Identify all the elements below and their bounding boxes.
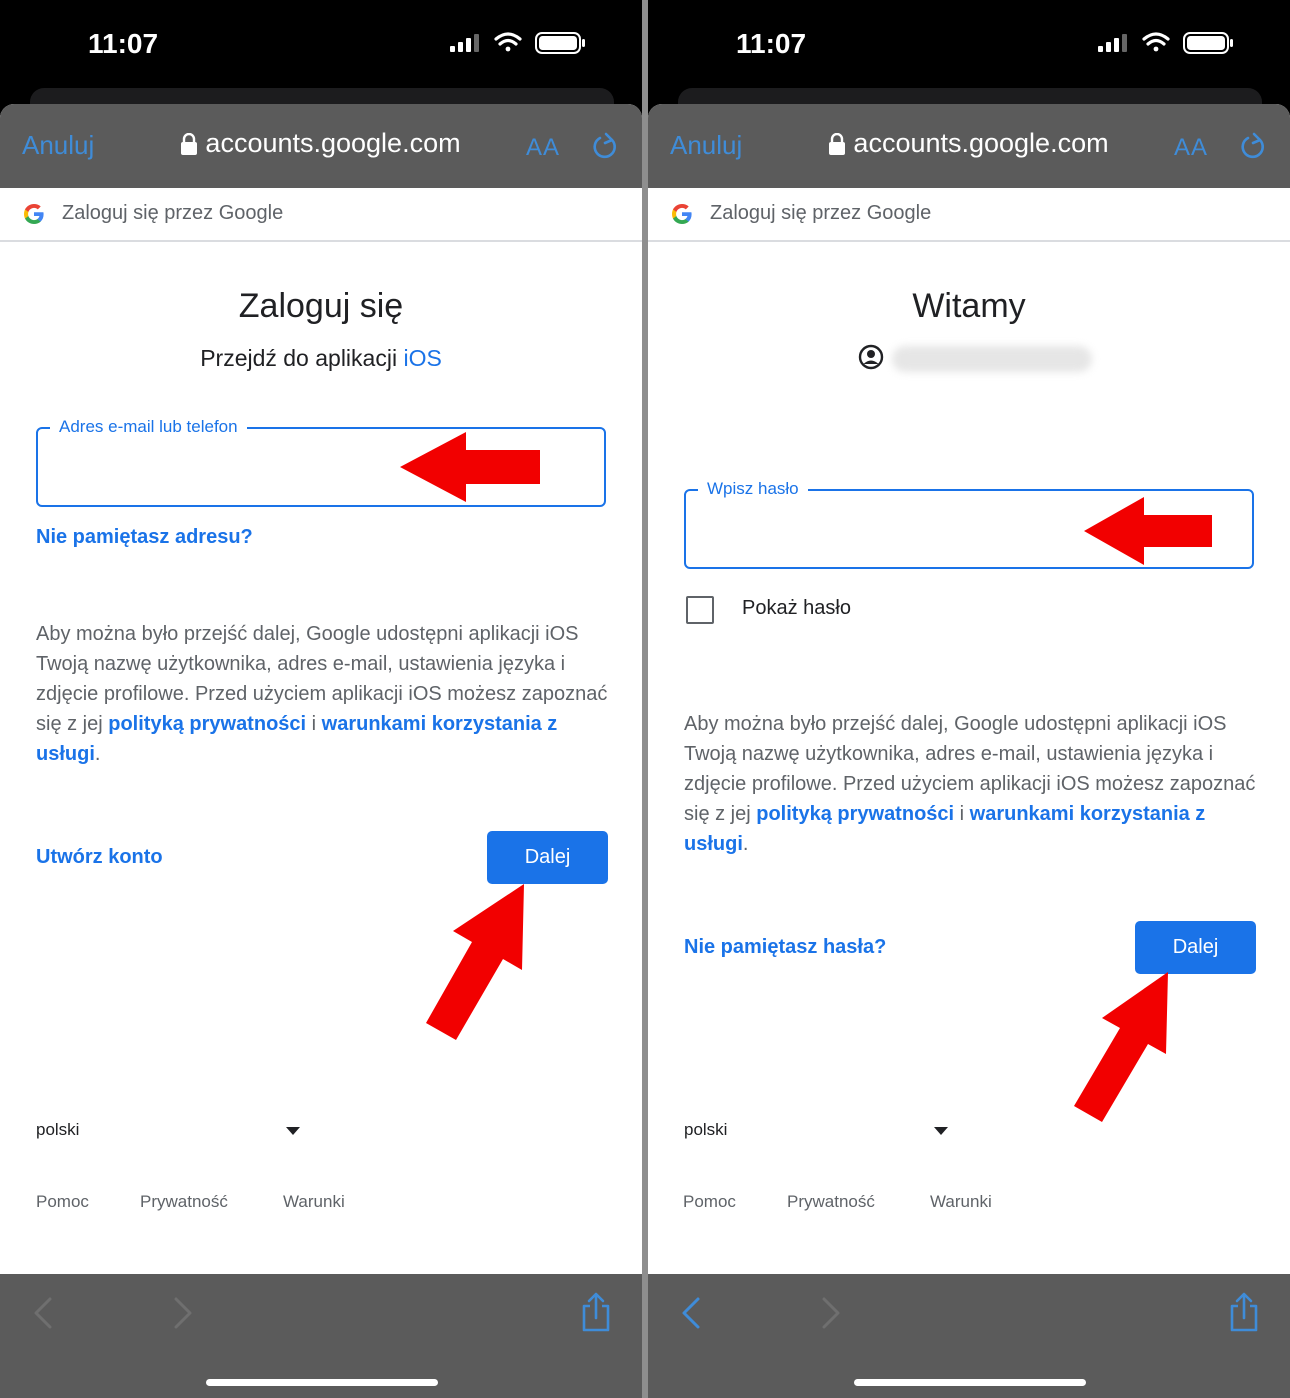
terms-link[interactable]: Warunki xyxy=(283,1192,345,1212)
forward-icon[interactable] xyxy=(172,1296,194,1330)
lock-icon xyxy=(181,132,198,155)
status-icons xyxy=(450,30,590,61)
reload-icon[interactable] xyxy=(1240,132,1266,165)
cellular-signal-icon xyxy=(450,34,479,52)
consent-and: i xyxy=(306,713,322,735)
language-select[interactable]: polski xyxy=(36,1120,79,1140)
back-icon[interactable] xyxy=(32,1296,54,1330)
page-subtitle: Przejdź do aplikacji iOS xyxy=(0,345,642,372)
home-indicator xyxy=(854,1379,1086,1386)
text-size-button[interactable]: AA xyxy=(1174,134,1208,162)
subtitle-prefix: Przejdź do aplikacji xyxy=(200,345,404,371)
annotation-arrow-up xyxy=(1074,972,1168,1122)
lock-icon xyxy=(829,132,846,155)
wifi-icon xyxy=(1142,32,1170,52)
browser-toolbar xyxy=(0,1274,642,1398)
dropdown-caret-icon[interactable] xyxy=(934,1127,948,1135)
home-indicator xyxy=(206,1379,438,1386)
consent-and: i xyxy=(954,803,970,825)
privacy-policy-link[interactable]: polityką prywatności xyxy=(108,713,306,735)
help-link[interactable]: Pomoc xyxy=(36,1192,89,1212)
share-icon[interactable] xyxy=(580,1292,612,1332)
account-chip[interactable] xyxy=(858,344,1092,375)
status-time: 11:07 xyxy=(736,28,807,59)
help-link[interactable]: Pomoc xyxy=(683,1192,736,1212)
phone-screen-password: 11:07 Anuluj accounts.google.com AA Zalo… xyxy=(648,0,1290,1398)
email-field-label: Adres e-mail lub telefon xyxy=(50,417,247,437)
safari-sheet: Anuluj accounts.google.com AA Zaloguj si… xyxy=(648,104,1290,1398)
forgot-email-link[interactable]: Nie pamiętasz adresu? xyxy=(36,526,253,549)
privacy-link[interactable]: Prywatność xyxy=(140,1192,228,1212)
consent-period: . xyxy=(94,743,101,765)
consent-text: Aby można było przejść dalej, Google udo… xyxy=(36,619,616,769)
privacy-link[interactable]: Prywatność xyxy=(787,1192,875,1212)
text-size-button[interactable]: AA xyxy=(526,134,560,162)
consent-text: Aby można było przejść dalej, Google udo… xyxy=(684,709,1264,859)
safari-sheet: Anuluj accounts.google.com AA Zaloguj si… xyxy=(0,104,642,1398)
google-signin-header: Zaloguj się przez Google xyxy=(0,188,642,242)
next-button[interactable]: Dalej xyxy=(487,831,608,884)
browser-navbar: Anuluj accounts.google.com AA xyxy=(648,104,1290,188)
show-password-checkbox[interactable] xyxy=(686,596,714,624)
browser-navbar: Anuluj accounts.google.com AA xyxy=(0,104,642,188)
consent-period: . xyxy=(742,833,749,855)
blurred-email xyxy=(892,346,1092,372)
url-text: accounts.google.com xyxy=(205,128,461,158)
terms-link[interactable]: Warunki xyxy=(930,1192,992,1212)
reload-icon[interactable] xyxy=(592,132,618,165)
forward-icon[interactable] xyxy=(820,1296,842,1330)
account-circle-icon xyxy=(858,344,884,370)
cellular-signal-icon xyxy=(1098,34,1127,52)
show-password-label[interactable]: Pokaż hasło xyxy=(742,597,851,620)
status-time: 11:07 xyxy=(88,28,159,59)
google-logo-icon xyxy=(672,204,692,224)
google-header-text: Zaloguj się przez Google xyxy=(710,202,932,224)
annotation-arrow-left xyxy=(1084,497,1212,565)
browser-toolbar xyxy=(648,1274,1290,1398)
battery-icon xyxy=(535,32,585,54)
google-header-text: Zaloguj się przez Google xyxy=(62,202,284,224)
forgot-password-link[interactable]: Nie pamiętasz hasła? xyxy=(684,936,886,959)
status-icons xyxy=(1098,30,1238,61)
page-title: Zaloguj się xyxy=(238,287,404,325)
phone-screen-email: 11:07 Anuluj accounts.google.com AA Zalo… xyxy=(0,0,642,1398)
password-field-label: Wpisz hasło xyxy=(698,479,808,499)
language-select[interactable]: polski xyxy=(684,1120,727,1140)
page-title: Witamy xyxy=(912,287,1026,325)
google-signin-header: Zaloguj się przez Google xyxy=(648,188,1290,242)
google-logo-icon xyxy=(24,204,44,224)
create-account-link[interactable]: Utwórz konto xyxy=(36,846,163,869)
battery-icon xyxy=(1183,32,1233,54)
url-text: accounts.google.com xyxy=(853,128,1109,158)
app-name-link[interactable]: iOS xyxy=(403,345,441,371)
back-icon[interactable] xyxy=(680,1296,702,1330)
annotation-arrow-left xyxy=(400,432,540,502)
annotation-arrow-up xyxy=(426,884,524,1040)
dropdown-caret-icon[interactable] xyxy=(286,1127,300,1135)
privacy-policy-link[interactable]: polityką prywatności xyxy=(756,803,954,825)
next-button[interactable]: Dalej xyxy=(1135,921,1256,974)
share-icon[interactable] xyxy=(1228,1292,1260,1332)
wifi-icon xyxy=(494,32,522,52)
